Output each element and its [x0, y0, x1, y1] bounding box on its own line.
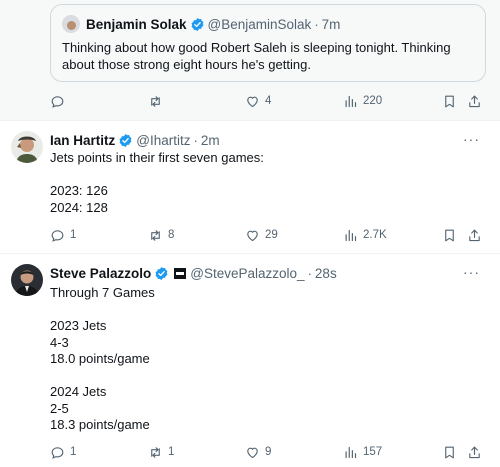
quoted-author-avatar[interactable]	[62, 15, 80, 33]
share-icon	[467, 94, 482, 109]
repost-icon	[148, 94, 163, 109]
tweet-time[interactable]: 2m	[201, 133, 220, 148]
repost-button[interactable]: 8	[148, 228, 174, 243]
views-icon	[343, 445, 358, 460]
tweet-action-bar: 1 1 9 157	[50, 443, 480, 461]
share-button[interactable]	[467, 94, 482, 109]
tweet-action-bar: 1 8 29 2.7K	[50, 226, 480, 244]
reply-button[interactable]: 1	[50, 228, 76, 243]
like-button[interactable]: 4	[245, 94, 271, 109]
share-button[interactable]	[467, 445, 482, 460]
reply-count: 1	[70, 446, 77, 458]
like-icon	[245, 445, 260, 460]
share-button[interactable]	[467, 228, 482, 243]
tweet-ian-hartitz[interactable]: Ian Hartitz @Ihartitz · 2m ··· Jets poin…	[0, 121, 500, 253]
quoted-tweet-header: Benjamin Solak @BenjaminSolak · 7m	[62, 14, 474, 34]
views-icon	[343, 228, 358, 243]
author-handle[interactable]: @Ihartitz	[136, 133, 190, 148]
separator-dot: ·	[307, 265, 312, 281]
like-icon	[245, 94, 260, 109]
bookmark-button[interactable]	[442, 94, 457, 109]
separator-dot: ·	[314, 16, 319, 32]
repost-button[interactable]	[148, 94, 168, 109]
verified-icon	[154, 266, 169, 281]
quote-action-bar: 4 220	[50, 92, 480, 110]
verified-icon	[190, 17, 205, 32]
more-icon[interactable]: ···	[463, 264, 480, 280]
bookmark-button[interactable]	[442, 445, 457, 460]
bookmark-icon	[442, 94, 457, 109]
verified-icon	[118, 133, 133, 148]
like-button[interactable]: 29	[245, 228, 278, 243]
views-count: 157	[363, 446, 383, 458]
affiliation-badge-icon[interactable]	[174, 267, 187, 279]
quoted-author-handle[interactable]: @BenjaminSolak	[208, 17, 312, 32]
views-icon	[343, 94, 358, 109]
views-count: 220	[363, 95, 383, 107]
quoted-tweet-card[interactable]: Benjamin Solak @BenjaminSolak · 7m Think…	[50, 4, 486, 82]
bookmark-icon	[442, 445, 457, 460]
views-count: 2.7K	[363, 229, 387, 241]
repost-icon	[148, 445, 163, 460]
avatar[interactable]	[11, 264, 43, 296]
like-count: 29	[265, 229, 278, 241]
reply-icon	[50, 445, 65, 460]
share-icon	[467, 445, 482, 460]
share-icon	[467, 228, 482, 243]
bookmark-icon	[442, 228, 457, 243]
avatar[interactable]	[11, 131, 43, 163]
like-count: 4	[265, 95, 272, 107]
like-icon	[245, 228, 260, 243]
tweet-text: Through 7 Games 2023 Jets 4-3 18.0 point…	[50, 285, 155, 432]
repost-count: 8	[168, 229, 175, 241]
reply-count: 1	[70, 229, 77, 241]
separator-dot: ·	[193, 132, 198, 148]
reply-button[interactable]	[50, 94, 70, 109]
reply-icon	[50, 94, 65, 109]
quoted-author-name[interactable]: Benjamin Solak	[86, 17, 187, 32]
views-button[interactable]: 2.7K	[343, 228, 387, 243]
reply-icon	[50, 228, 65, 243]
more-icon[interactable]: ···	[463, 131, 480, 147]
tweet-time[interactable]: 28s	[315, 266, 337, 281]
author-name[interactable]: Ian Hartitz	[50, 133, 115, 148]
repost-icon	[148, 228, 163, 243]
quoted-tweet-time[interactable]: 7m	[322, 17, 341, 32]
tweet-header: Steve Palazzolo @StevePalazzolo_ · 28s	[50, 264, 337, 282]
like-count: 9	[265, 446, 272, 458]
repost-count: 1	[168, 446, 175, 458]
tweet-header: Ian Hartitz @Ihartitz · 2m	[50, 131, 220, 149]
views-button[interactable]: 220	[343, 94, 382, 109]
views-button[interactable]: 157	[343, 445, 382, 460]
like-button[interactable]: 9	[245, 445, 271, 460]
tweet-text: Jets points in their first seven games: …	[50, 150, 264, 215]
bookmark-button[interactable]	[442, 228, 457, 243]
author-name[interactable]: Steve Palazzolo	[50, 266, 151, 281]
quoted-tweet-text: Thinking about how good Robert Saleh is …	[62, 40, 455, 72]
repost-button[interactable]: 1	[148, 445, 174, 460]
author-handle[interactable]: @StevePalazzolo_	[190, 266, 304, 281]
tweet-steve-palazzolo[interactable]: Steve Palazzolo @StevePalazzolo_ · 28s ·…	[0, 254, 500, 467]
reply-button[interactable]: 1	[50, 445, 76, 460]
